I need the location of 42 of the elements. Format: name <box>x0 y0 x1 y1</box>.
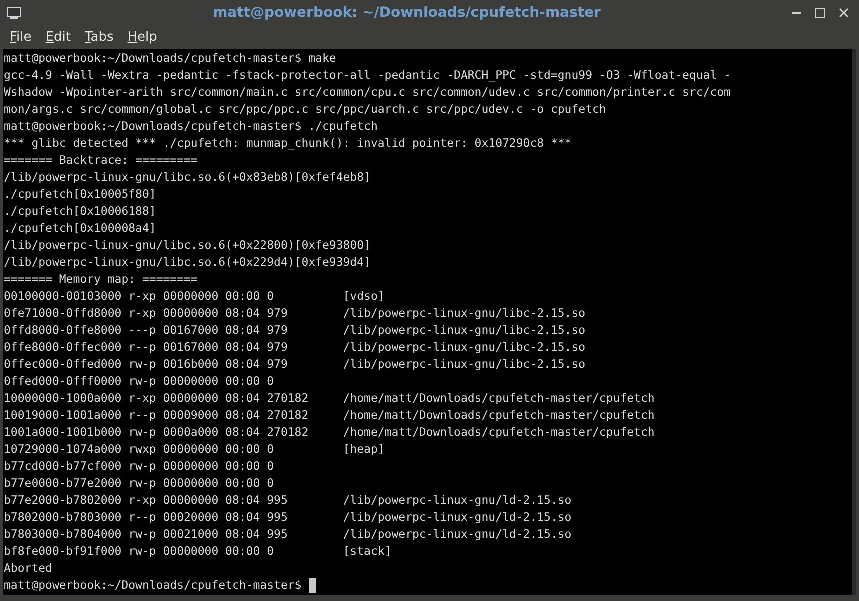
minimize-icon[interactable] <box>792 12 801 14</box>
terminal-line: 0fe71000-0ffd8000 r-xp 00000000 08:04 979 /lib/powerpc-linux-gnu/libc-2.15.so <box>4 305 586 322</box>
menu-item[interactable]: Help <box>122 28 164 46</box>
terminal-line: Aborted <box>4 560 52 577</box>
terminal-line: 0ffe8000-0ffec000 r--p 00167000 08:04 979 /lib/powerpc-linux-gnu/libc-2.15.so <box>4 339 586 356</box>
terminal-line: ./cpufetch[0x100008a4] <box>4 220 156 237</box>
terminal-line: /lib/powerpc-linux-gnu/libc.so.6(+0x83eb8)[0xfef4eb8] <box>4 169 371 186</box>
terminal-line: b77cd000-b77cf000 rw-p 00000000 00:00 0 <box>4 458 274 475</box>
window-title: matt@powerbook: ~/Downloads/cpufetch-master <box>212 4 602 20</box>
terminal-line: 0ffec000-0ffed000 rw-p 0016b000 08:04 979 /lib/powerpc-linux-gnu/libc-2.15.so <box>4 356 586 373</box>
terminal-line: matt@powerbook:~/Downloads/cpufetch-master$ make <box>4 50 336 67</box>
terminal-area[interactable] <box>3 49 856 595</box>
terminal-line: b77e2000-b7802000 r-xp 00000000 08:04 995 /lib/powerpc-linux-gnu/ld-2.15.so <box>4 492 572 509</box>
menu-item[interactable]: File <box>4 28 38 46</box>
terminal-line: gcc-4.9 -Wall -Wextra -pedantic -fstack-protector-all -pedantic -DARCH_PPC -std=gnu99 -O3 -Wfloat-equal - <box>4 67 731 84</box>
terminal-line: b7803000-b7804000 rw-p 00021000 08:04 995 /lib/powerpc-linux-gnu/ld-2.15.so <box>4 526 572 543</box>
terminal-line: ======= Memory map: ======== <box>4 271 198 288</box>
maximize-icon[interactable] <box>815 8 825 18</box>
menu-item[interactable]: Tabs <box>78 28 120 46</box>
menu-item[interactable]: Edit <box>40 28 77 46</box>
terminal-line: Wshadow -Wpointer-arith src/common/main.c src/common/cpu.c src/common/udev.c src/common/printer.c src/com <box>4 84 731 101</box>
terminal-line: 0ffed000-0fff0000 rw-p 00000000 00:00 0 <box>4 373 274 390</box>
terminal-line: /lib/powerpc-linux-gnu/libc.so.6(+0x229d4)[0xfe939d4] <box>4 254 371 271</box>
terminal-line: ./cpufetch[0x10006188] <box>4 203 156 220</box>
terminal-line: 10000000-1000a000 r-xp 00000000 08:04 270182 /home/matt/Downloads/cpufetch-master/cpufetch <box>4 390 655 407</box>
terminal-line: matt@powerbook:~/Downloads/cpufetch-master$ ./cpufetch <box>4 118 378 135</box>
terminal-line: /lib/powerpc-linux-gnu/libc.so.6(+0x22800)[0xfe93800] <box>4 237 371 254</box>
terminal-line: b77e0000-b77e2000 rw-p 00000000 00:00 0 <box>4 475 274 492</box>
terminal-line: *** glibc detected *** ./cpufetch: munmap_chunk(): invalid pointer: 0x107290c8 *** <box>4 135 572 152</box>
terminal-line: 10019000-1001a000 r--p 00009000 08:04 270182 /home/matt/Downloads/cpufetch-master/cpufetch <box>4 407 655 424</box>
terminal-line: 00100000-00103000 r-xp 00000000 00:00 0 [vdso] <box>4 288 385 305</box>
terminal-line: 0ffd8000-0ffe8000 ---p 00167000 08:04 979 /lib/powerpc-linux-gnu/libc-2.15.so <box>4 322 586 339</box>
terminal-line: mon/args.c src/common/global.c src/ppc/ppc.c src/ppc/uarch.c src/ppc/udev.c -o cpufetch <box>4 101 606 118</box>
terminal-line: ======= Backtrace: ========= <box>4 152 198 169</box>
terminal-line: 10729000-1074a000 rwxp 00000000 00:00 0 [heap] <box>4 441 385 458</box>
terminal-line: bf8fe000-bf91f000 rw-p 00000000 00:00 0 [stack] <box>4 543 392 560</box>
terminal-line: matt@powerbook:~/Downloads/cpufetch-master$ <box>4 577 303 594</box>
terminal-icon <box>6 6 22 20</box>
terminal-line: 1001a000-1001b000 rw-p 0000a000 08:04 270182 /home/matt/Downloads/cpufetch-master/cpufetch <box>4 424 655 441</box>
terminal-line: b7802000-b7803000 r--p 00020000 08:04 995 /lib/powerpc-linux-gnu/ld-2.15.so <box>4 509 572 526</box>
terminal-line: ./cpufetch[0x10005f80] <box>4 186 156 203</box>
close-icon[interactable] <box>839 8 849 18</box>
